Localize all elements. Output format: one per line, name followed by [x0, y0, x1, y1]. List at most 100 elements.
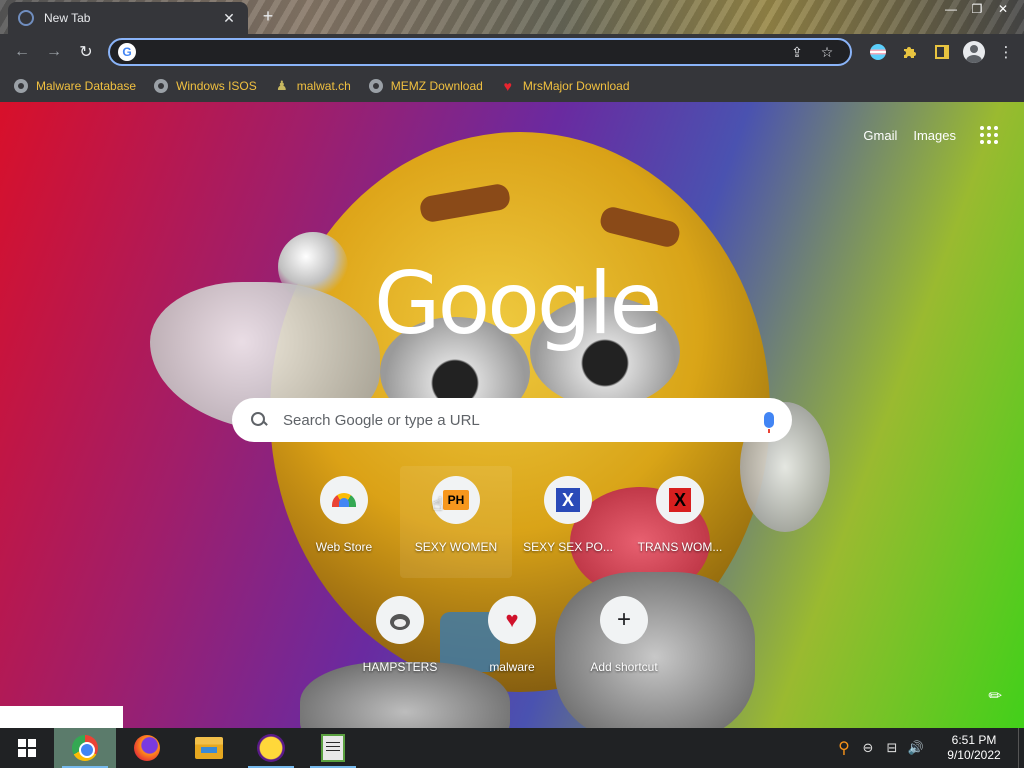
shortcut-trans-wom[interactable]: X TRANS WOM... — [624, 466, 736, 578]
taskbar-clock[interactable]: 6:51 PM 9/10/2022 — [934, 733, 1014, 763]
shortcuts-row: Web Store PH SEXY WOMEN X SEXY SEX PO...… — [288, 466, 736, 578]
shortcut-icon-circle — [320, 476, 368, 524]
taskbar-file-explorer[interactable] — [178, 728, 240, 768]
globe-icon — [154, 79, 169, 93]
share-icon[interactable]: ⇪ — [782, 44, 812, 61]
add-shortcut-button[interactable]: + Add shortcut — [568, 586, 680, 698]
white-overlay-patch — [0, 706, 123, 728]
close-window-button[interactable]: ✕ — [990, 0, 1016, 20]
shortcut-label: Add shortcut — [590, 660, 658, 674]
bookmark-label: MEMZ Download — [390, 79, 483, 93]
shortcuts-row: HAMPSTERS ♥ malware + Add shortcut — [344, 586, 736, 698]
customize-pencil-icon[interactable]: ✎ — [983, 684, 1007, 708]
search-tray-icon[interactable]: ⚲ — [832, 738, 856, 758]
new-tab-page: Gmail Images Google Web Store PH SEXY WO… — [0, 102, 1024, 728]
shortcut-label: HAMPSTERS — [362, 660, 438, 674]
forward-button[interactable]: → — [38, 36, 70, 68]
start-button[interactable] — [0, 728, 54, 768]
shortcut-label: malware — [489, 660, 535, 674]
shortcut-web-store[interactable]: Web Store — [288, 466, 400, 578]
bookmark-star-icon[interactable]: ☆ — [812, 44, 842, 61]
file-explorer-icon — [195, 737, 223, 759]
reload-button[interactable]: ↻ — [70, 36, 102, 68]
x-blue-icon: X — [556, 488, 580, 512]
gmail-link[interactable]: Gmail — [863, 128, 897, 143]
bookmark-label: malwat.ch — [296, 79, 351, 93]
hand-cursor-icon: ☝ — [432, 494, 443, 514]
globe-icon — [368, 79, 383, 93]
x-red-icon: X — [669, 488, 691, 512]
shortcuts-grid: Web Store PH SEXY WOMEN X SEXY SEX PO...… — [288, 466, 736, 698]
avatar-icon — [963, 41, 985, 63]
shortcut-icon-circle: X — [656, 476, 704, 524]
tab-title: New Tab — [44, 11, 91, 25]
minimize-button[interactable]: — — [938, 0, 964, 20]
profile-button[interactable] — [958, 36, 990, 68]
puzzle-icon — [904, 47, 916, 58]
globe-icon — [14, 79, 28, 93]
ph-icon: PH — [443, 490, 469, 510]
back-button[interactable]: ← — [6, 36, 38, 68]
clock-time: 6:51 PM — [951, 733, 997, 747]
windows-taskbar: ⚲ ⊖ ⊟ 🔊 6:51 PM 9/10/2022 — [0, 728, 1024, 768]
windows-logo-icon — [18, 739, 36, 757]
speaker-icon[interactable]: 🔊 — [904, 740, 928, 756]
taskbar-chrome[interactable] — [54, 728, 116, 768]
restore-button[interactable]: ❐ — [964, 0, 990, 20]
firefox-icon — [134, 735, 160, 761]
shortcut-icon-circle: ♥ — [488, 596, 536, 644]
shortcut-hampsters[interactable]: HAMPSTERS — [344, 586, 456, 698]
images-link[interactable]: Images — [913, 128, 956, 143]
bookmark-malwatch[interactable]: ♟ malwat.ch — [275, 78, 351, 93]
new-tab-button[interactable]: + — [258, 6, 278, 27]
shortcut-label: SEXY WOMEN — [414, 540, 498, 554]
shortcut-icon-circle: X — [544, 476, 592, 524]
bookmark-windows-isos[interactable]: Windows ISOS — [154, 79, 257, 93]
shortcut-sexy-women[interactable]: PH SEXY WOMEN — [400, 466, 512, 578]
bookmark-malware-database[interactable]: Malware Database — [14, 79, 136, 93]
extension-flag-button[interactable] — [862, 36, 894, 68]
network-icon[interactable]: ⊟ — [880, 740, 904, 756]
extensions-button[interactable] — [894, 36, 926, 68]
system-tray: ⚲ ⊖ ⊟ 🔊 6:51 PM 9/10/2022 — [832, 728, 1024, 768]
search-icon — [250, 411, 268, 429]
bookmarks-bar: Malware Database Windows ISOS ♟ malwat.c… — [0, 70, 1024, 102]
ntp-top-links: Gmail Images — [847, 120, 1004, 150]
show-desktop-button[interactable] — [1018, 728, 1024, 768]
taskbar-firefox[interactable] — [116, 728, 178, 768]
tab-close-icon[interactable]: ✕ — [220, 10, 238, 27]
microphone-icon[interactable] — [764, 412, 774, 433]
notepad-plus-plus-icon — [321, 734, 345, 762]
status-circle-icon[interactable]: ⊖ — [856, 740, 880, 756]
ntp-search-box[interactable] — [232, 398, 792, 442]
bookmark-label: Malware Database — [36, 79, 137, 93]
hamster-icon — [388, 610, 412, 630]
tab-new-tab[interactable]: New Tab ✕ — [8, 2, 248, 34]
bookmark-memz-download[interactable]: MEMZ Download — [368, 79, 483, 93]
google-logo: Google — [374, 254, 662, 354]
omnibox[interactable]: G ⇪ ☆ — [108, 38, 852, 66]
browser-toolbar: ← → ↻ G ⇪ ☆ ⋮ — [0, 34, 1024, 70]
side-panel-button[interactable] — [926, 36, 958, 68]
shortcut-sexy-sex-po[interactable]: X SEXY SEX PO... — [512, 466, 624, 578]
shortcut-icon-circle — [376, 596, 424, 644]
trans-flag-icon — [870, 44, 886, 60]
plus-icon: + — [616, 606, 631, 633]
shortcut-label: SEXY SEX PO... — [523, 540, 613, 554]
search-input[interactable] — [283, 411, 764, 429]
taskbar-yahoo-messenger[interactable] — [240, 728, 302, 768]
webstore-icon — [332, 493, 356, 507]
google-apps-icon[interactable] — [974, 120, 1004, 150]
heart-icon: ♥ — [503, 78, 512, 94]
bookmark-mrsmajor-download[interactable]: ♥ MrsMajor Download — [501, 78, 630, 94]
window-controls: — ❐ ✕ — [938, 0, 1016, 20]
shortcut-malware[interactable]: ♥ malware — [456, 586, 568, 698]
clock-date: 9/10/2022 — [947, 748, 1001, 762]
shortcut-icon-circle: + — [600, 596, 648, 644]
side-panel-icon — [935, 45, 949, 59]
address-input[interactable] — [144, 44, 782, 60]
shortcut-label: Web Store — [315, 540, 373, 554]
chrome-menu-button[interactable]: ⋮ — [990, 36, 1022, 68]
taskbar-notepad-plus-plus[interactable] — [302, 728, 364, 768]
person-icon: ♟ — [275, 78, 288, 93]
